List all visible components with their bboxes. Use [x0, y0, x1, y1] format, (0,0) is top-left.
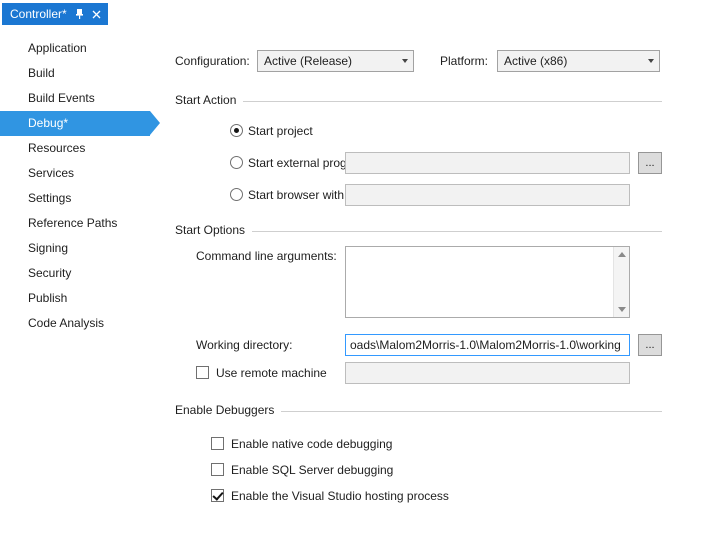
command-line-row: Command line arguments: [175, 246, 662, 318]
platform-value: Active (x86) [504, 54, 642, 68]
section-title: Enable Debuggers [175, 403, 274, 417]
section-rule [243, 101, 662, 102]
start-project-row: Start project [175, 120, 662, 142]
chevron-down-icon [642, 51, 659, 71]
scroll-up-icon[interactable] [618, 252, 626, 257]
native-code-debugging-checkbox[interactable] [211, 437, 224, 450]
configuration-label: Configuration: [175, 50, 250, 72]
command-line-arguments-input[interactable] [345, 246, 630, 318]
tab-title: Controller* [10, 7, 67, 21]
tab-bar: Controller* [2, 3, 108, 25]
sql-server-debugging-label: Enable SQL Server debugging [231, 460, 393, 480]
start-external-radio[interactable] [230, 156, 243, 169]
working-directory-label: Working directory: [196, 334, 292, 356]
sql-server-debugging-checkbox[interactable] [211, 463, 224, 476]
scrollbar[interactable] [613, 247, 629, 317]
sidebar-item-publish[interactable]: Publish [0, 286, 150, 311]
section-start-action: Start Action [175, 92, 662, 108]
configuration-value: Active (Release) [264, 54, 396, 68]
sql-debugging-row: Enable SQL Server debugging [175, 460, 662, 480]
debug-properties-panel: Configuration: Active (Release) Platform… [175, 44, 662, 540]
platform-select[interactable]: Active (x86) [497, 50, 660, 72]
hosting-process-label: Enable the Visual Studio hosting process [231, 486, 449, 506]
configuration-select[interactable]: Active (Release) [257, 50, 414, 72]
native-debugging-row: Enable native code debugging [175, 434, 662, 454]
remote-machine-row: Use remote machine [175, 362, 662, 384]
sidebar-item-services[interactable]: Services [0, 161, 150, 186]
section-title: Start Options [175, 223, 245, 237]
native-code-debugging-label: Enable native code debugging [231, 434, 392, 454]
start-external-row: Start external program: ... [175, 152, 662, 174]
external-program-input[interactable] [345, 152, 630, 174]
sidebar-item-build[interactable]: Build [0, 61, 150, 86]
section-enable-debuggers: Enable Debuggers [175, 402, 662, 418]
sidebar: Application Build Build Events Debug* Re… [0, 36, 168, 336]
sidebar-item-application[interactable]: Application [0, 36, 150, 61]
platform-label: Platform: [440, 50, 488, 72]
vs-project-properties-window: Controller* Application Build Build Even… [0, 0, 707, 544]
scroll-down-icon[interactable] [618, 307, 626, 312]
start-browser-row: Start browser with URL: [175, 184, 662, 206]
sidebar-item-resources[interactable]: Resources [0, 136, 150, 161]
working-directory-row: Working directory: ... [175, 334, 662, 356]
working-directory-input[interactable] [345, 334, 630, 356]
start-project-radio[interactable] [230, 124, 243, 137]
use-remote-machine-label: Use remote machine [216, 362, 327, 384]
section-start-options: Start Options [175, 222, 662, 238]
use-remote-machine-checkbox[interactable] [196, 366, 209, 379]
sidebar-item-reference-paths[interactable]: Reference Paths [0, 211, 150, 236]
sidebar-item-debug[interactable]: Debug* [0, 111, 150, 136]
chevron-down-icon [396, 51, 413, 71]
hosting-process-row: Enable the Visual Studio hosting process [175, 486, 662, 506]
configuration-row: Configuration: Active (Release) Platform… [175, 50, 662, 72]
browser-url-input[interactable] [345, 184, 630, 206]
close-icon[interactable] [92, 10, 101, 19]
command-line-label: Command line arguments: [196, 248, 337, 264]
remote-machine-input[interactable] [345, 362, 630, 384]
start-project-label: Start project [248, 120, 313, 142]
hosting-process-checkbox[interactable] [211, 489, 224, 502]
external-program-browse-button[interactable]: ... [638, 152, 662, 174]
working-directory-browse-button[interactable]: ... [638, 334, 662, 356]
sidebar-item-code-analysis[interactable]: Code Analysis [0, 311, 150, 336]
section-rule [281, 411, 662, 412]
tab-controller[interactable]: Controller* [2, 3, 108, 25]
pin-icon[interactable] [74, 8, 85, 20]
sidebar-item-security[interactable]: Security [0, 261, 150, 286]
sidebar-item-build-events[interactable]: Build Events [0, 86, 150, 111]
section-rule [252, 231, 662, 232]
sidebar-item-settings[interactable]: Settings [0, 186, 150, 211]
start-browser-radio[interactable] [230, 188, 243, 201]
section-title: Start Action [175, 93, 236, 107]
sidebar-item-signing[interactable]: Signing [0, 236, 150, 261]
